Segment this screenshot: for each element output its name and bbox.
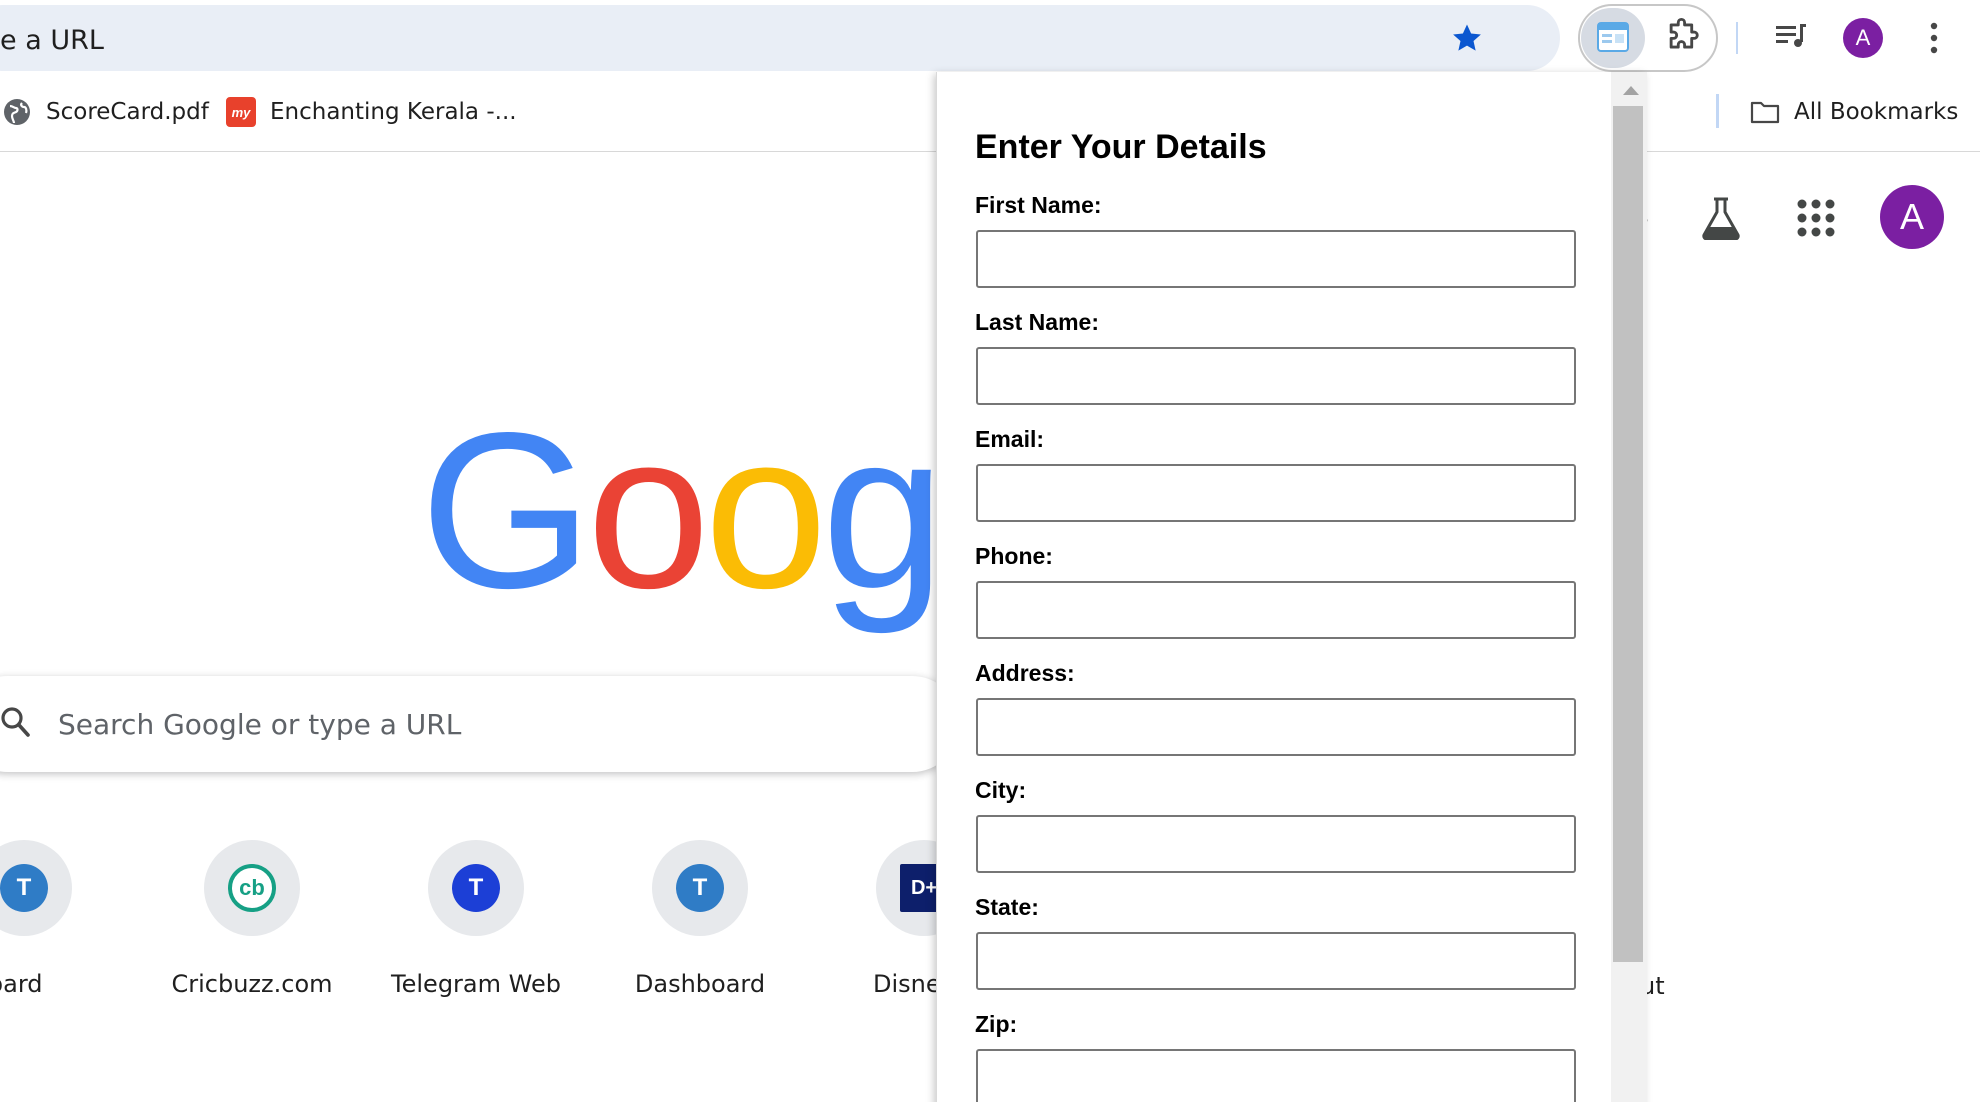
shortcut-icon-circle: T [0, 840, 72, 936]
extension-active-button[interactable] [1581, 8, 1645, 68]
makemytrip-icon: my [226, 97, 256, 127]
svg-text:my: my [232, 105, 252, 120]
email-field[interactable] [976, 464, 1576, 522]
phone-field[interactable] [976, 581, 1576, 639]
shortcut-tile[interactable]: T shboard [0, 840, 104, 998]
toolbar-separator [1736, 22, 1738, 54]
shortcut-favicon-icon: T [0, 864, 48, 912]
popup-content: Enter Your Details First Name: Last Name… [937, 72, 1611, 1102]
email-label: Email: [975, 426, 1045, 452]
popup-title: Enter Your Details [975, 128, 1267, 166]
shortcut-label: Dashboard [634, 970, 766, 998]
shortcut-tile[interactable]: T Telegram Web [391, 840, 561, 998]
popup-scrollbar[interactable] [1611, 72, 1647, 1102]
bookmark-label: Enchanting Kerala -... [270, 99, 517, 125]
extension-active-icon [1597, 22, 1629, 52]
bookmark-label: ScoreCard.pdf [46, 99, 209, 125]
profile-avatar[interactable]: A [1843, 18, 1883, 58]
first-name-label: First Name: [975, 192, 1102, 218]
address-bar-text[interactable]: e a URL [0, 25, 104, 56]
logo-letter: G [420, 387, 593, 635]
shortcut-icon-circle: T [652, 840, 748, 936]
shortcut-icon-circle: T [428, 840, 524, 936]
scroll-up-arrow-icon[interactable] [1623, 86, 1639, 95]
ntp-search-box[interactable]: Search Google or type a URL [0, 676, 960, 772]
first-name-field[interactable] [976, 230, 1576, 288]
shortcut-label: Telegram Web [391, 970, 561, 998]
extension-popup: Enter Your Details First Name: Last Name… [936, 72, 1647, 1102]
shortcut-favicon-icon: T [452, 864, 500, 912]
bookmarks-divider [1716, 94, 1719, 128]
zip-field[interactable] [976, 1049, 1576, 1102]
city-field[interactable] [976, 815, 1576, 873]
last-name-field[interactable] [976, 347, 1576, 405]
shortcut-label: shboard [0, 970, 43, 998]
bookmark-enchanting-kerala[interactable]: my Enchanting Kerala -... [226, 94, 517, 130]
shortcut-icon-circle: cb [204, 840, 300, 936]
state-field[interactable] [976, 932, 1576, 990]
logo-letter: o [704, 387, 827, 635]
search-icon [1, 707, 30, 737]
address-field[interactable] [976, 698, 1576, 756]
bookmark-scorecard[interactable]: ScoreCard.pdf [2, 94, 209, 130]
state-label: State: [975, 894, 1039, 920]
all-bookmarks-button[interactable]: All Bookmarks [1750, 94, 1958, 130]
shortcut-favicon-icon: T [676, 864, 724, 912]
logo-letter: g [821, 387, 945, 635]
media-queue-icon[interactable] [1774, 22, 1808, 50]
address-bar[interactable]: e a URL [0, 5, 1560, 71]
shortcut-tile[interactable]: cb Cricbuzz.com [171, 840, 333, 998]
browser-window: e a URL A ScoreCard.pdf my Enchanting Ke… [0, 0, 1980, 1102]
address-label: Address: [975, 660, 1075, 686]
globe-icon [4, 99, 30, 125]
phone-label: Phone: [975, 543, 1053, 569]
shortcut-tile[interactable]: T Dashboard [620, 840, 780, 998]
apps-grid-icon[interactable] [1796, 198, 1836, 238]
zip-label: Zip: [975, 1011, 1018, 1037]
logo-letter: o [586, 387, 710, 635]
browser-toolbar: e a URL A [0, 0, 1980, 72]
city-label: City: [975, 777, 1027, 803]
all-bookmarks-label: All Bookmarks [1794, 99, 1959, 125]
star-filled-icon[interactable] [1450, 21, 1484, 55]
folder-icon [1750, 101, 1780, 124]
cricbuzz-icon: cb [228, 864, 276, 912]
last-name-label: Last Name: [975, 309, 1099, 335]
kebab-menu-icon[interactable] [1926, 20, 1942, 56]
labs-flask-icon[interactable] [1700, 196, 1742, 240]
search-input[interactable]: Search Google or type a URL [58, 708, 461, 741]
scrollbar-thumb[interactable] [1613, 106, 1643, 962]
ntp-profile-avatar[interactable]: A [1880, 185, 1944, 249]
puzzle-icon[interactable] [1664, 17, 1702, 55]
shortcut-label: Cricbuzz.com [171, 970, 333, 998]
